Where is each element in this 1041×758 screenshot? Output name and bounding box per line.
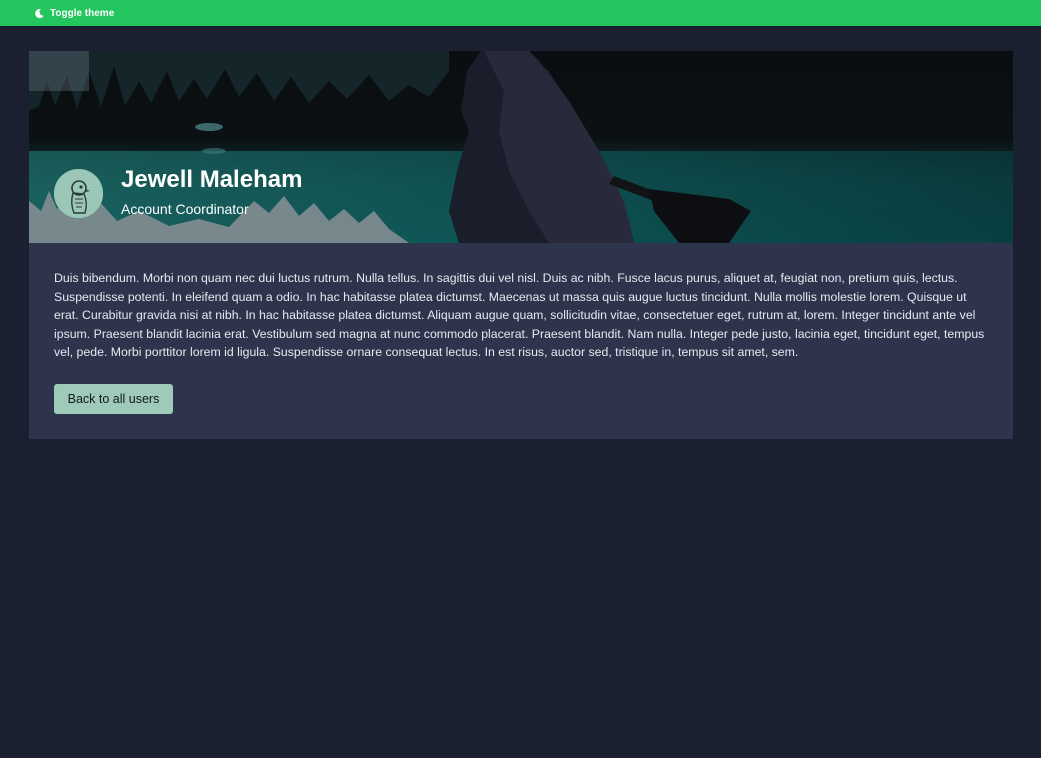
toggle-theme-label: Toggle theme [50,7,115,19]
user-name: Jewell Maleham [121,166,303,193]
back-to-users-button[interactable]: Back to all users [54,384,173,414]
toggle-theme-button[interactable]: Toggle theme [34,8,114,19]
profile-banner: Jewell Maleham Account Coordinator [29,51,1013,243]
user-title: Account Coordinator [121,201,249,217]
avatar [54,169,103,218]
bird-avatar-icon [54,169,103,218]
profile-card: Jewell Maleham Account Coordinator Duis … [29,51,1013,439]
top-bar: Toggle theme [0,0,1041,26]
user-bio: Duis bibendum. Morbi non quam nec dui lu… [54,271,985,360]
moon-icon [35,8,44,18]
